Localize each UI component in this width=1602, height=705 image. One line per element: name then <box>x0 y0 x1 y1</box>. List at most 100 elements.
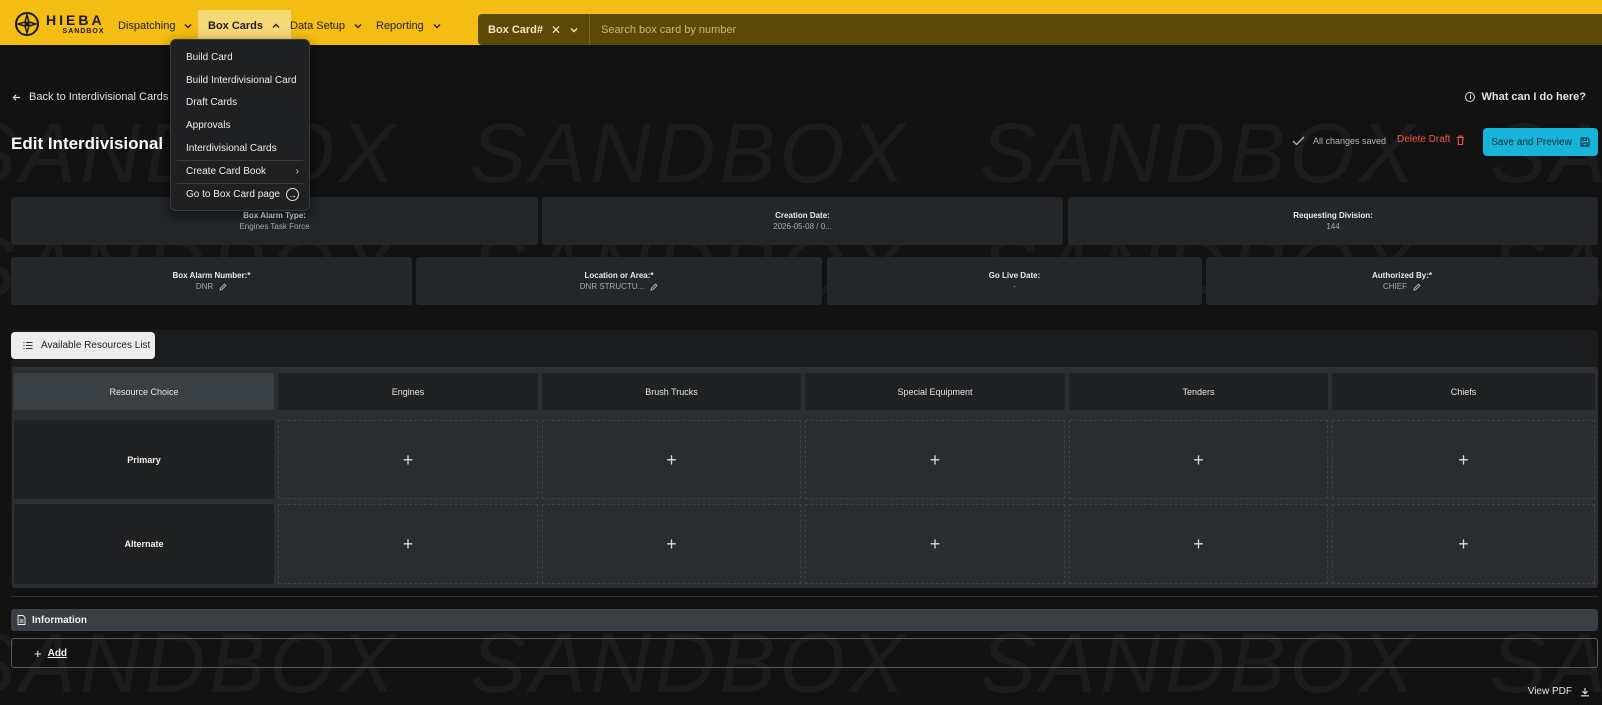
menu-item-label: Draft Cards <box>186 97 238 109</box>
box-card-search: Box Card# ✕ <box>478 14 1602 45</box>
help-link[interactable]: i What can I do here? <box>1465 91 1586 103</box>
delete-draft-button[interactable]: Delete Draft <box>1397 134 1465 145</box>
watermark-text: SANDBOX <box>470 105 909 202</box>
plus-icon: + <box>1193 449 1204 470</box>
nav-box-cards[interactable]: Box Cards <box>198 10 292 41</box>
add-information-button[interactable]: + Add <box>11 638 1598 668</box>
back-link-label: Back to Interdivisional Cards <box>29 91 169 103</box>
field-value-text: DNR STRUCTU... <box>579 282 645 291</box>
field-value-text: CHIEF <box>1383 282 1407 291</box>
brand-env: SANDBOX <box>62 28 105 35</box>
save-status: All changes saved <box>1292 136 1386 146</box>
field-value: 2026-05-08 / 0... <box>773 222 832 231</box>
delete-draft-label: Delete Draft <box>1397 134 1451 145</box>
menu-item-draft-cards[interactable]: Draft Cards <box>171 92 309 115</box>
brand-name: HIEBA <box>46 12 105 28</box>
view-pdf-button[interactable]: View PDF <box>1528 686 1590 697</box>
authorized-by-field[interactable]: Authorized By:* CHIEF <box>1206 257 1598 305</box>
download-icon <box>1581 687 1589 696</box>
chevron-right-icon: › <box>295 166 299 178</box>
field-label: Authorized By:* <box>1372 271 1432 280</box>
pencil-icon[interactable] <box>1413 282 1421 291</box>
help-link-label: What can I do here? <box>1481 91 1586 103</box>
information-label: Information <box>32 614 87 626</box>
chevron-down-icon[interactable] <box>569 25 579 35</box>
menu-item-label: Build Interdivisional Card <box>186 74 297 86</box>
add-resource-cell[interactable]: + <box>805 420 1065 499</box>
information-section-header[interactable]: Information <box>11 609 1598 631</box>
add-resource-cell[interactable]: + <box>542 420 801 499</box>
plus-icon: + <box>1458 449 1469 470</box>
box-cards-dropdown-menu: Build Card Build Interdivisional Card Dr… <box>170 39 310 211</box>
arrow-left-icon <box>12 93 21 101</box>
menu-item-go-to-box-card-page[interactable]: Go to Box Card page → <box>177 182 303 206</box>
plus-icon: + <box>402 534 414 554</box>
watermark-text: SANDBOX <box>980 105 1419 202</box>
add-resource-cell[interactable]: + <box>1069 420 1328 499</box>
menu-item-create-card-book[interactable]: Create Card Book › <box>177 159 303 183</box>
trash-icon <box>1457 134 1465 145</box>
requesting-division-field: Requesting Division: 144 <box>1068 197 1598 245</box>
search-type-selector[interactable]: Box Card# ✕ <box>478 14 591 45</box>
save-and-preview-button[interactable]: Save and Preview <box>1483 128 1598 156</box>
plus-icon: + <box>666 449 677 470</box>
field-label: Go Live Date: <box>988 271 1041 280</box>
plus-icon: + <box>929 449 941 470</box>
nav-box-cards-label: Box Cards <box>208 19 264 32</box>
menu-item-build-card[interactable]: Build Card <box>171 46 309 69</box>
nav-reporting[interactable]: Reporting <box>366 10 452 41</box>
available-resources-label: Available Resources List <box>41 340 151 351</box>
chevron-down-icon <box>433 23 441 28</box>
add-resource-cell[interactable]: + <box>542 504 801 584</box>
field-value: CHIEF <box>1383 282 1421 291</box>
pencil-icon[interactable] <box>650 282 658 291</box>
menu-item-label: Go to Box Card page <box>186 189 280 201</box>
field-label: Requesting Division: <box>1293 211 1373 220</box>
brand-logo[interactable]: HIEBA SANDBOX <box>14 11 105 37</box>
plus-icon: + <box>1193 534 1204 554</box>
plus-icon: + <box>34 645 42 661</box>
floppy-disk-icon <box>1580 137 1590 147</box>
box-alarm-number-field[interactable]: Box Alarm Number:* DNR <box>11 257 412 305</box>
document-icon <box>17 615 26 625</box>
clear-icon[interactable]: ✕ <box>551 23 561 37</box>
pencil-icon[interactable] <box>219 282 227 291</box>
col-head-special-equipment: Special Equipment <box>805 373 1065 410</box>
arrow-right-circle-icon: → <box>286 188 299 202</box>
field-value-text: DNR <box>195 282 214 291</box>
shield-logo-icon <box>15 12 39 36</box>
available-resources-button[interactable]: Available Resources List <box>11 332 155 359</box>
field-value: DNR <box>196 282 227 291</box>
add-resource-cell[interactable]: + <box>1332 504 1595 584</box>
check-icon <box>1292 136 1305 146</box>
add-resource-cell[interactable]: + <box>278 504 538 584</box>
info-icon: i <box>1465 92 1476 102</box>
location-area-field[interactable]: Location or Area:* DNR STRUCTU... <box>416 257 822 305</box>
menu-item-label: Interdivisional Cards <box>186 143 277 155</box>
col-head-brush-trucks: Brush Trucks <box>542 373 801 410</box>
save-and-preview-label: Save and Preview <box>1491 136 1572 148</box>
resource-grid: Resource Choice Engines Brush Trucks Spe… <box>12 367 1598 588</box>
save-status-label: All changes saved <box>1313 136 1387 146</box>
field-label: Creation Date: <box>775 211 830 220</box>
nav-reporting-label: Reporting <box>376 19 424 32</box>
view-pdf-label: View PDF <box>1527 686 1572 697</box>
plus-icon: + <box>1458 534 1469 554</box>
nav-data-setup[interactable]: Data Setup <box>280 10 373 41</box>
menu-item-label: Create Card Book <box>186 166 267 178</box>
plus-icon: + <box>666 534 677 554</box>
menu-item-approvals[interactable]: Approvals <box>171 114 309 137</box>
field-value: DNR STRUCTU... <box>580 282 658 291</box>
menu-item-build-interdivisional-card[interactable]: Build Interdivisional Card <box>171 69 309 92</box>
add-resource-cell[interactable]: + <box>1069 504 1328 584</box>
add-resource-cell[interactable]: + <box>1332 420 1595 499</box>
add-resource-cell[interactable]: + <box>278 420 538 499</box>
back-link[interactable]: Back to Interdivisional Cards <box>12 91 168 103</box>
nav-dispatching[interactable]: Dispatching <box>108 10 203 41</box>
add-resource-cell[interactable]: + <box>805 504 1065 584</box>
menu-item-interdivisional-cards[interactable]: Interdivisional Cards <box>171 137 309 160</box>
field-label: Location or Area:* <box>584 271 654 280</box>
chevron-down-icon <box>354 23 362 28</box>
search-input[interactable] <box>590 23 1191 36</box>
plus-icon: + <box>402 449 414 470</box>
